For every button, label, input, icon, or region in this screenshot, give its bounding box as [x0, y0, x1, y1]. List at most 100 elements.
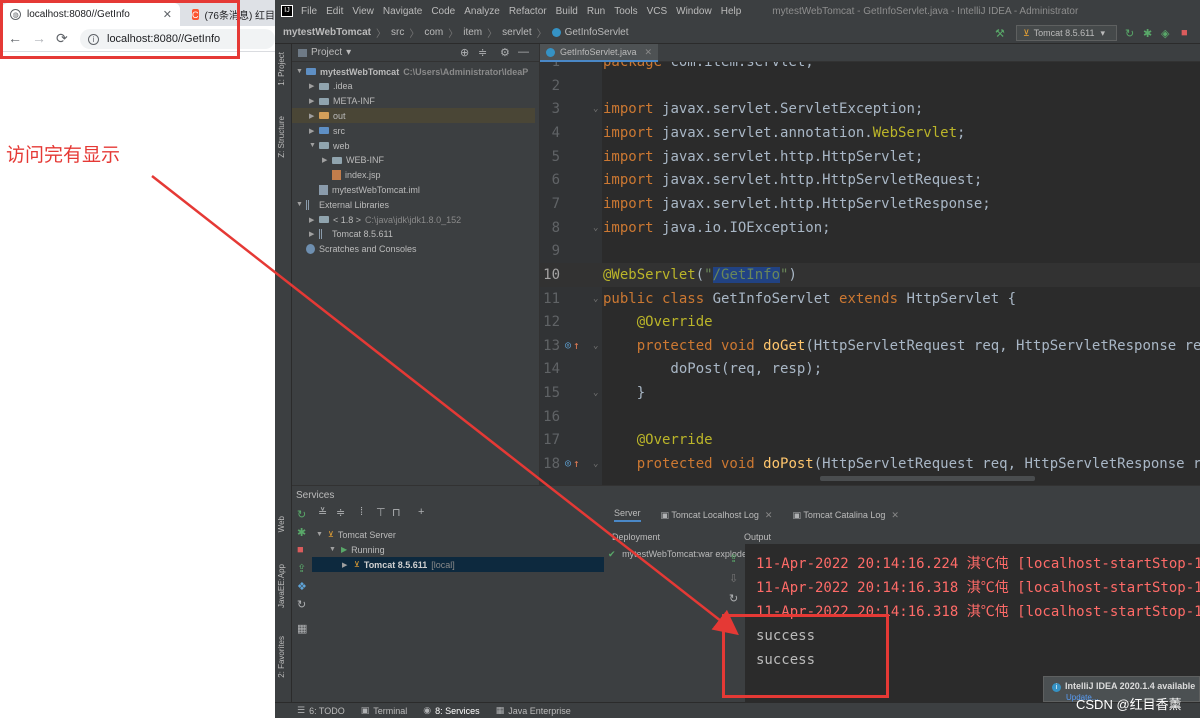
services-subtab[interactable]: Server — [614, 508, 641, 522]
code-area[interactable]: 1 package com.item.servlet; 2 3 ⌄ import java… — [540, 62, 1200, 485]
tool-window-button[interactable]: ◉ 8: Services — [423, 705, 479, 716]
menu-item-view[interactable]: View — [352, 6, 374, 17]
breadcrumb-item[interactable]: com — [424, 27, 443, 38]
tree-item[interactable]: index.jsp — [322, 168, 381, 183]
collapse-all-icon[interactable]: ≑ — [336, 506, 345, 519]
tree-item[interactable]: ▼ External Libraries — [296, 197, 389, 212]
code-line[interactable]: 12 @Override — [540, 310, 1200, 334]
collapse-all-icon[interactable]: ≑ — [478, 46, 487, 59]
deploy-icon[interactable]: ⇪ — [297, 562, 306, 575]
menu-item-help[interactable]: Help — [721, 6, 742, 17]
project-header-label[interactable]: Project — [311, 47, 342, 58]
tree-item[interactable]: mytestWebTomcat.iml — [309, 182, 420, 197]
code-line[interactable]: 2 — [540, 74, 1200, 98]
refresh-icon[interactable]: ↻ — [297, 598, 306, 611]
code-line[interactable]: 16 — [540, 405, 1200, 429]
code-line[interactable]: 18 ◎ ↑ ⌄ protected void doPost(HttpServletR… — [540, 452, 1200, 476]
code-line[interactable]: 11 ⌄ public class GetInfoServlet extends H… — [540, 287, 1200, 311]
tree-item[interactable]: ▶ < 1.8 > C:\java\jdk\jdk1.8.0_152 — [309, 212, 461, 227]
gear-icon[interactable]: ⚙ — [500, 46, 510, 59]
close-tab-icon[interactable]: ✕ — [645, 47, 653, 58]
menu-item-analyze[interactable]: Analyze — [464, 6, 500, 17]
editor-tab-active[interactable]: GetInfoServlet.java ✕ — [540, 44, 658, 62]
locate-icon[interactable]: ⊕ — [460, 46, 469, 59]
code-line[interactable]: 15 ⌄ } — [540, 381, 1200, 405]
code-line[interactable]: 10 @WebServlet("/GetInfo") — [540, 262, 1200, 287]
code-line[interactable]: 3 ⌄ import javax.servlet.ServletException; — [540, 97, 1200, 121]
stop-icon[interactable]: ■ — [297, 544, 304, 556]
tree-item[interactable]: ▼ mytestWebTomcat C:\Users\Administrator\I… — [296, 64, 528, 79]
code-line[interactable]: 14 doPost(req, resp); — [540, 357, 1200, 381]
service-item[interactable]: ▼ ⊻ Tomcat Server — [316, 527, 396, 542]
services-subtab[interactable]: ▣ Tomcat Localhost Log ✕ — [661, 510, 773, 521]
tree-item[interactable]: ▼ web — [309, 138, 350, 153]
code-line[interactable]: 5 import javax.servlet.http.HttpServlet; — [540, 145, 1200, 169]
fold-marker-icon[interactable]: ⌄ — [593, 216, 598, 240]
new-tab-icon[interactable]: ⊓ — [392, 506, 401, 519]
add-service-icon[interactable]: + — [418, 506, 424, 518]
tool-window-button[interactable]: ☰ 6: TODO — [297, 705, 345, 716]
menu-item-navigate[interactable]: Navigate — [383, 6, 422, 17]
tool-window-project[interactable]: 1: Project — [277, 52, 286, 86]
code-line[interactable]: 17 @Override — [540, 428, 1200, 452]
menu-item-file[interactable]: File — [301, 6, 317, 17]
tree-item[interactable]: ▶ src — [309, 123, 345, 138]
tree-item[interactable]: ▶ Tomcat 8.5.611 — [309, 227, 393, 242]
close-tab-icon[interactable]: ✕ — [891, 510, 899, 520]
tool-window-button[interactable]: ▦ Java Enterprise — [496, 705, 571, 716]
hammer-icon[interactable]: ⚒ — [995, 27, 1005, 40]
horizontal-scrollbar[interactable] — [820, 476, 1035, 481]
minimize-icon[interactable]: — — [518, 46, 529, 58]
code-line[interactable]: 8 ⌄ import java.io.IOException; — [540, 216, 1200, 240]
menu-item-window[interactable]: Window — [676, 6, 712, 17]
coverage-icon[interactable]: ◈ — [1161, 27, 1169, 40]
deploy-icon[interactable]: ⇪ — [729, 552, 738, 565]
code-line[interactable]: 13 ◎ ↑ ⌄ protected void doGet(HttpServletRe… — [540, 334, 1200, 358]
menu-item-build[interactable]: Build — [556, 6, 578, 17]
tool-window-web[interactable]: Web — [277, 516, 286, 532]
breadcrumb-item[interactable]: GetInfoServlet — [565, 27, 629, 38]
expand-all-icon[interactable]: ≚ — [318, 506, 327, 519]
code-line[interactable]: 9 — [540, 239, 1200, 263]
tree-item[interactable]: Scratches and Consoles — [296, 242, 417, 257]
menu-item-edit[interactable]: Edit — [326, 6, 343, 17]
run-config-selector[interactable]: ⊻ Tomcat 8.5.611 ▾ — [1016, 25, 1117, 41]
tree-item[interactable]: ▶ WEB-INF — [322, 153, 384, 168]
breadcrumb-item[interactable]: item — [463, 27, 482, 38]
menu-item-refactor[interactable]: Refactor — [509, 6, 547, 17]
menu-item-vcs[interactable]: VCS — [647, 6, 668, 17]
menu-item-code[interactable]: Code — [431, 6, 455, 17]
menu-item-tools[interactable]: Tools — [614, 6, 637, 17]
refresh-icon[interactable]: ↻ — [729, 592, 738, 605]
tool-window-favorites[interactable]: 2: Favorites — [277, 636, 286, 678]
service-item[interactable]: ▶ ⊻ Tomcat 8.5.611 [local] — [312, 557, 604, 572]
services-subtab[interactable]: ▣ Tomcat Catalina Log ✕ — [792, 510, 898, 521]
fold-marker-icon[interactable]: ⌄ — [593, 452, 598, 476]
breadcrumb-item[interactable]: servlet — [502, 27, 531, 38]
override-marker-icon[interactable]: ◎ — [565, 334, 571, 358]
debug-icon[interactable]: ✱ — [297, 526, 306, 539]
override-marker-icon[interactable]: ◎ — [565, 452, 571, 476]
fold-marker-icon[interactable]: ⌄ — [593, 334, 598, 358]
code-line[interactable]: 7 import javax.servlet.http.HttpServletRe… — [540, 192, 1200, 216]
debug-icon[interactable]: ✱ — [1143, 27, 1152, 40]
update-icon[interactable]: ❖ — [297, 580, 307, 593]
code-line[interactable]: 1 package com.item.servlet; — [540, 62, 1200, 74]
fold-marker-icon[interactable]: ⌄ — [593, 97, 598, 121]
close-tab-icon[interactable]: ✕ — [765, 510, 773, 520]
breadcrumb-item[interactable]: src — [391, 27, 404, 38]
tree-item[interactable]: ▶ .idea — [309, 79, 353, 94]
stop-icon[interactable]: ■ — [1181, 27, 1188, 39]
tool-window-button[interactable]: ▣ Terminal — [361, 705, 408, 716]
rerun-icon[interactable]: ↻ — [1125, 27, 1134, 40]
layout-icon[interactable]: ▦ — [297, 622, 307, 635]
code-line[interactable]: 4 import javax.servlet.annotation.WebServ… — [540, 121, 1200, 145]
code-line[interactable]: 6 import javax.servlet.http.HttpServletRe… — [540, 168, 1200, 192]
breadcrumb-item[interactable]: mytestWebTomcat — [283, 27, 371, 38]
chevron-down-icon[interactable]: ▾ — [346, 47, 351, 58]
tree-item[interactable]: ▶ out — [292, 108, 535, 124]
menu-item-run[interactable]: Run — [587, 6, 605, 17]
filter-icon[interactable]: ⊤ — [376, 506, 386, 519]
tree-item[interactable]: ▶ META-INF — [309, 94, 375, 109]
fold-marker-icon[interactable]: ⌄ — [593, 287, 598, 311]
